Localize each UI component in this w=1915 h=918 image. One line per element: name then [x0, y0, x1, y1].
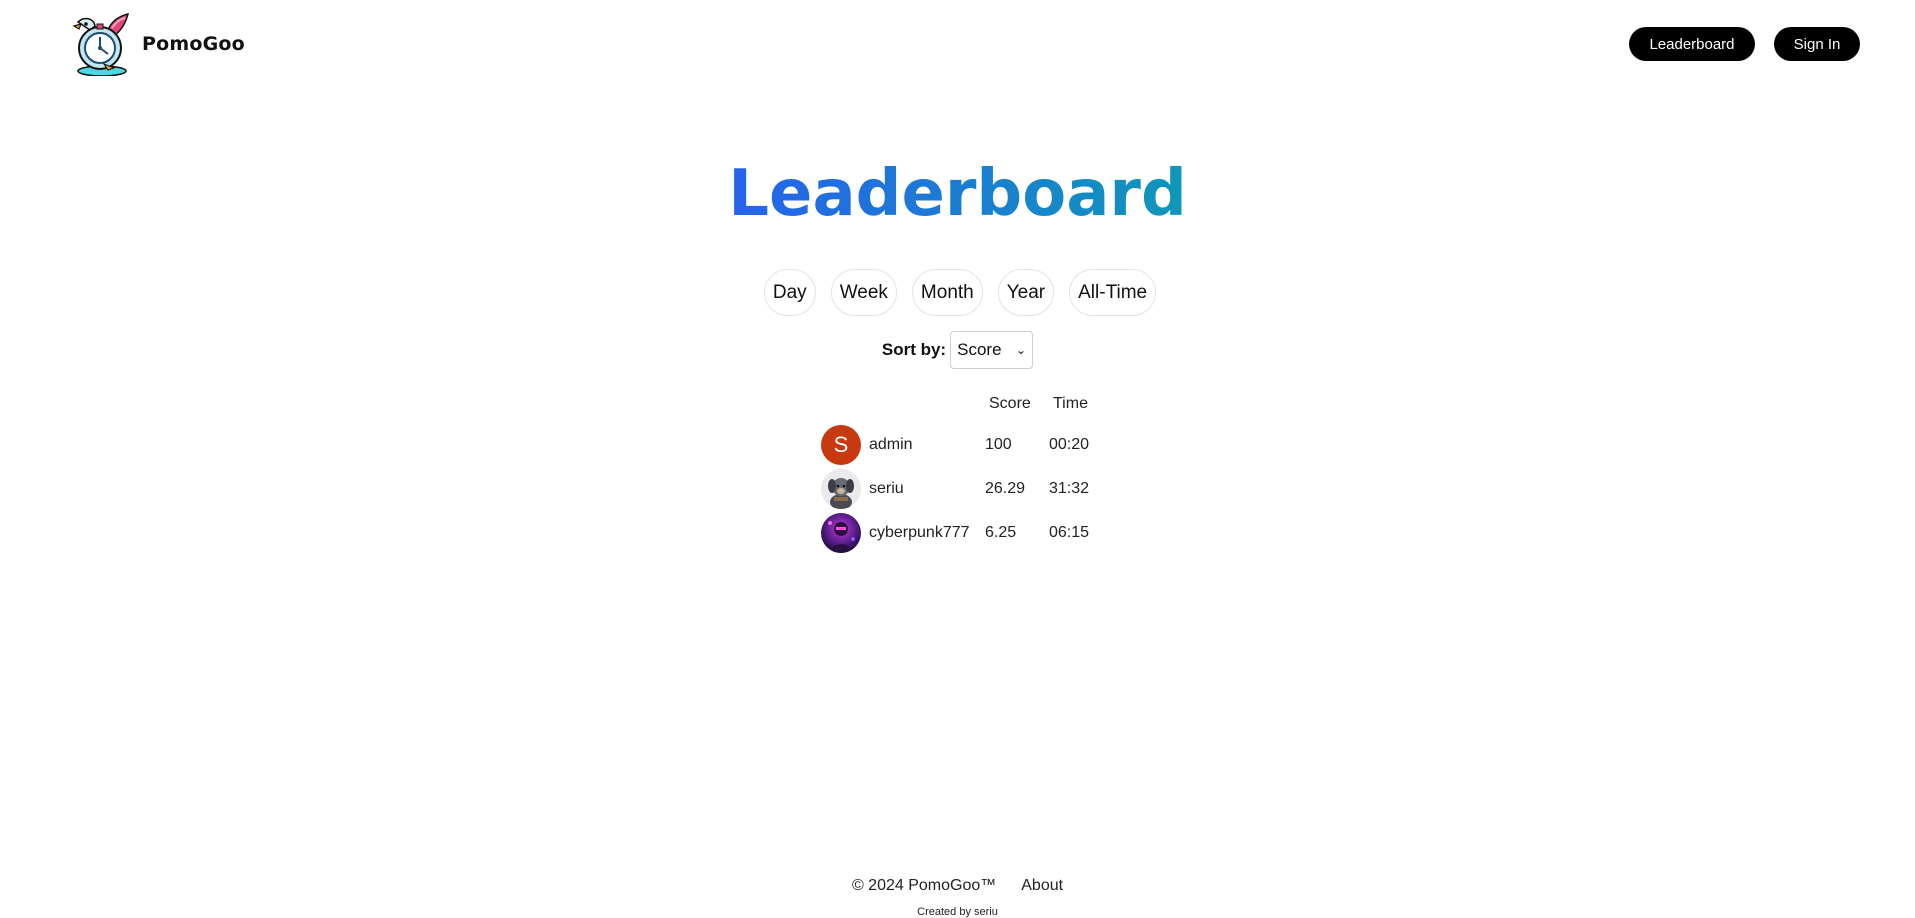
user-time: 31:32	[1049, 480, 1090, 497]
leaderboard-nav-button[interactable]: Leaderboard	[1629, 27, 1755, 61]
user-score: 100	[985, 436, 1012, 453]
top-navbar: PomoGoo Leaderboard Sign In	[0, 0, 1915, 90]
page-title-text: Leaderboard	[728, 157, 1187, 231]
sort-select[interactable]: Score ⌄	[950, 331, 1034, 369]
sign-in-button[interactable]: Sign In	[1774, 27, 1860, 61]
sort-label: Sort by:	[881, 340, 947, 359]
user-score: 6.25	[985, 524, 1017, 541]
username: admin	[869, 436, 913, 453]
stopwatch-bird-logo-icon	[72, 12, 130, 76]
dog-photo-avatar-icon	[821, 469, 861, 509]
username: seriu	[869, 480, 904, 497]
credit-text: Created by seriu	[917, 906, 998, 918]
avatar-letter: S	[833, 432, 849, 457]
period-week-button[interactable]: Week	[830, 269, 897, 316]
table-row[interactable]: S admin 100 00:20	[821, 423, 1101, 467]
score-column-header: Score	[989, 395, 1031, 412]
sort-selected-value: Score	[957, 340, 1002, 359]
time-column-header: Time	[1053, 395, 1088, 412]
username: cyberpunk777	[869, 524, 970, 541]
footer: © 2024 PomoGoo™ About	[0, 877, 1915, 895]
user-score: 26.29	[985, 480, 1026, 497]
chevron-down-icon: ⌄	[1016, 343, 1027, 357]
user-time: 00:20	[1049, 436, 1090, 453]
table-row[interactable]: cyberpunk777 6.25 06:15	[821, 511, 1101, 555]
sort-control: Sort by: Score ⌄	[0, 331, 1915, 369]
period-month-button[interactable]: Month	[911, 269, 983, 316]
period-day-button[interactable]: Day	[763, 269, 816, 316]
page-title: Leaderboard	[0, 158, 1915, 230]
brand-name: PomoGoo	[142, 33, 245, 55]
brand-home-link[interactable]: PomoGoo	[68, 12, 245, 76]
period-filter: Day Week Month Year All-Time	[0, 269, 1915, 316]
period-year-button[interactable]: Year	[997, 269, 1055, 316]
table-header: Score Time	[821, 393, 1101, 423]
cyberpunk-photo-avatar-icon	[821, 513, 861, 553]
about-link[interactable]: About	[1021, 877, 1063, 895]
leaderboard-table: Score Time S admin 100 00:20 seriu 26.29…	[821, 393, 1101, 555]
period-all-time-button[interactable]: All-Time	[1069, 269, 1157, 316]
copyright-text: © 2024 PomoGoo™	[851, 877, 997, 894]
user-time: 06:15	[1049, 524, 1090, 541]
table-row[interactable]: seriu 26.29 31:32	[821, 467, 1101, 511]
avatar: S	[821, 425, 861, 465]
